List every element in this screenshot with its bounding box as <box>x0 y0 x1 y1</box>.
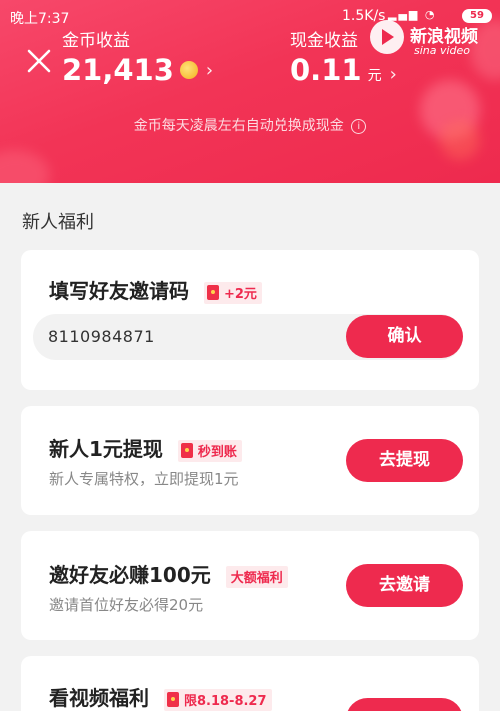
coin-earnings[interactable]: 金币收益 21,413 › <box>62 26 213 87</box>
invite-code-value: 8110984871 <box>48 327 155 346</box>
card-description: 邀请首位好友必得20元 <box>49 596 204 614</box>
invite-friends-title-row: 邀好友必赚100元 大额福利 <box>49 559 288 588</box>
tag-label: 秒到账 <box>197 445 237 460</box>
red-envelope-icon <box>180 443 193 458</box>
reward-tag: 限8.18-8.27 <box>163 688 272 711</box>
reward-tag: +2元 <box>203 281 262 304</box>
card-title: 填写好友邀请码 <box>49 279 189 303</box>
chevron-right-icon: › <box>205 59 214 81</box>
tag-label: 限8.18-8.27 <box>183 694 267 709</box>
red-envelope-icon <box>166 692 179 707</box>
invite-code-card: 填写好友邀请码 +2元 8110984871 确认 <box>21 250 479 390</box>
cash-earnings-value-row: 0.11 元 › <box>290 53 397 87</box>
withdraw-title-row: 新人1元提现 秒到账 <box>49 433 242 462</box>
watch-video-card: 看视频福利 限8.18-8.27 <box>21 656 479 711</box>
exchange-notice-text: 金币每天凌晨左右自动兑换成现金 <box>133 118 344 134</box>
reward-tag: 秒到账 <box>177 439 242 462</box>
chevron-right-icon: › <box>389 64 397 85</box>
card-title: 邀好友必赚100元 <box>49 563 211 587</box>
invite-friends-card: 邀好友必赚100元 大额福利 邀请首位好友必得20元 去邀请 <box>21 531 479 640</box>
section-title: 新人福利 <box>22 212 94 233</box>
card-title: 看视频福利 <box>49 686 149 710</box>
status-time: 晚上7:37 <box>10 11 70 27</box>
reward-tag: 大额福利 <box>225 565 288 588</box>
cash-earnings-value: 0.11 <box>290 53 362 87</box>
close-button[interactable] <box>26 48 52 74</box>
watch-video-title-row: 看视频福利 限8.18-8.27 <box>49 682 272 711</box>
earnings-header: 晚上7:37 1.5K/s ▂▄▆ ◔ 59 新浪视频 sina video 金… <box>0 0 500 183</box>
cash-earnings[interactable]: 现金收益 0.11 元 › <box>290 26 397 87</box>
coin-earnings-value: 21,413 <box>62 53 174 87</box>
watermark-subtitle: sina video <box>414 44 471 57</box>
watch-video-button[interactable] <box>346 698 463 711</box>
close-icon <box>27 49 51 73</box>
cash-unit: 元 <box>367 68 382 84</box>
tag-label: +2元 <box>223 287 257 302</box>
withdraw-button[interactable]: 去提现 <box>346 439 463 482</box>
cash-earnings-label: 现金收益 <box>290 31 358 51</box>
invite-button[interactable]: 去邀请 <box>346 564 463 607</box>
exchange-notice: 金币每天凌晨左右自动兑换成现金 i <box>0 115 500 135</box>
coin-earnings-label: 金币收益 <box>62 31 130 51</box>
decor-blob <box>0 150 50 183</box>
invite-code-title-row: 填写好友邀请码 +2元 <box>49 275 262 304</box>
coin-icon <box>179 61 198 79</box>
card-title: 新人1元提现 <box>49 437 163 461</box>
confirm-button[interactable]: 确认 <box>346 315 463 358</box>
info-icon[interactable]: i <box>351 118 367 134</box>
red-envelope-icon <box>206 285 219 300</box>
withdraw-card: 新人1元提现 秒到账 新人专属特权，立即提现1元 去提现 <box>21 406 479 515</box>
card-description: 新人专属特权，立即提现1元 <box>49 470 239 488</box>
tag-label: 大额福利 <box>230 571 283 586</box>
coin-earnings-value-row: 21,413 › <box>62 53 213 87</box>
